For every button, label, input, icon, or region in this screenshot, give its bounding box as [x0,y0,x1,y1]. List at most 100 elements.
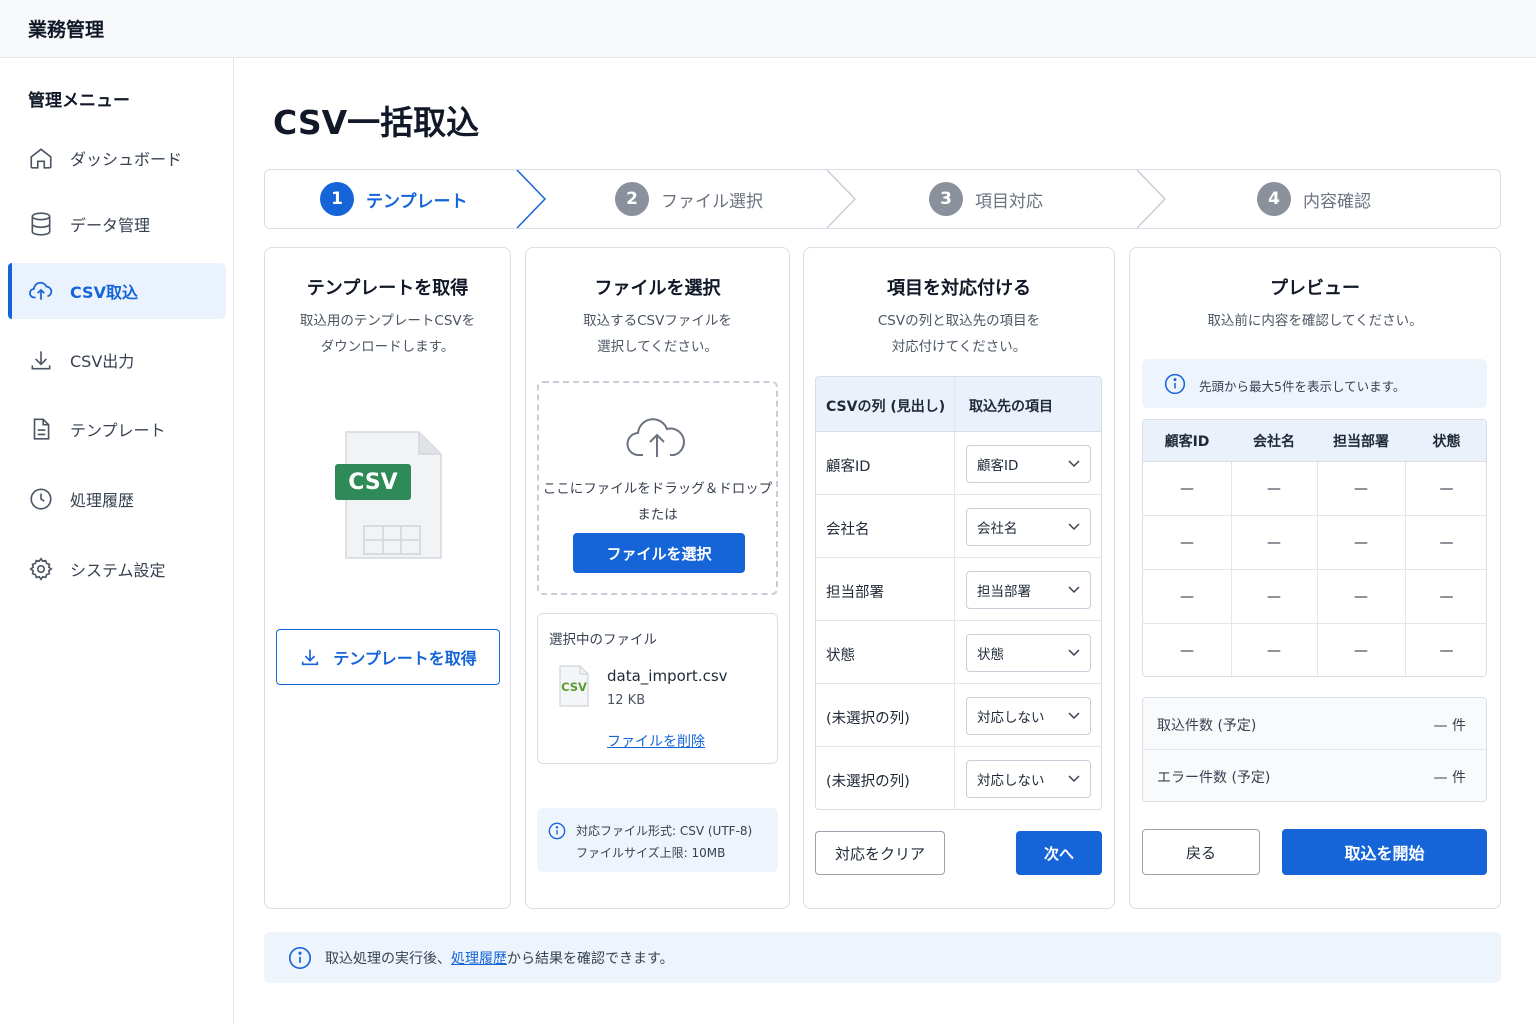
card-title: ファイルを選択 [594,278,721,299]
footer-text-after: から結果を確認できます。 [507,950,674,967]
column-header-target: 取込先の項目 [969,399,1053,415]
step-separator [516,170,547,228]
info-format-text: 対応ファイル形式: CSV (UTF-8) [576,824,753,838]
select-value: 状態 [977,647,1004,663]
selected-file-label: 選択中のファイル [549,632,657,648]
table-header: 顧客ID 会社名 担当部署 状態 [1143,420,1486,462]
target-field-select[interactable]: 対応しない [966,697,1091,735]
template-card: テンプレートを取得 取込用のテンプレートCSVを ダウンロードします。 CSV … [264,247,511,909]
sidebar-item-csv-export[interactable]: CSV出力 [8,332,226,388]
file-size: 12 KB [607,693,646,708]
step-number: 2 [615,182,649,216]
card-title: テンプレートを取得 [306,278,469,299]
step-label: 項目対応 [975,191,1043,212]
select-file-button[interactable]: ファイルを選択 [573,533,745,573]
sidebar-item-label: システム設定 [70,561,166,580]
table-cell: — [1354,589,1368,605]
card-description: CSVの列と取込先の項目を 対応付けてください。 [804,308,1114,360]
file-dropzone[interactable]: ここにファイルをドラッグ＆ドロップ または ファイルを選択 [537,381,778,595]
file-select-card: ファイルを選択 取込するCSVファイルを 選択してください。 ここにファイルをド… [525,247,790,909]
target-field-select[interactable]: 顧客ID [966,445,1091,483]
top-bar: 業務管理 [0,0,1536,58]
sidebar-item-label: CSV取込 [70,283,138,302]
description-line: 取込するCSVファイルを [583,313,732,329]
database-icon [31,212,51,236]
step-template[interactable]: 1 テンプレート [320,170,468,228]
back-button[interactable]: 戻る [1142,829,1260,875]
import-count-label: 取込件数 (予定) [1157,718,1257,734]
sidebar-item-settings[interactable]: システム設定 [8,541,226,597]
clock-icon [30,488,52,510]
file-format-info: 対応ファイル形式: CSV (UTF-8) ファイルサイズ上限: 10MB [537,808,778,872]
step-file-select[interactable]: 2 ファイル選択 [615,170,763,228]
history-link[interactable]: 処理履歴 [451,948,507,968]
sidebar-item-data[interactable]: データ管理 [8,196,226,252]
gear-icon [29,557,53,581]
select-value: 会社名 [977,521,1018,537]
table-cell: — [1267,481,1281,497]
card-description: 取込するCSVファイルを 選択してください。 [526,308,789,360]
download-template-button[interactable]: テンプレートを取得 [276,629,500,685]
select-value: 担当部署 [977,584,1031,600]
cloud-upload-icon [626,418,685,457]
clear-mapping-button[interactable]: 対応をクリア [815,831,945,875]
step-confirm[interactable]: 4 内容確認 [1257,170,1371,228]
sidebar-item-label: データ管理 [70,216,151,235]
sidebar-item-dashboard[interactable]: ダッシュボード [8,130,226,186]
target-field-select[interactable]: 担当部署 [966,571,1091,609]
target-field-select[interactable]: 会社名 [966,508,1091,546]
chevron-down-icon [1068,460,1080,468]
selected-file-panel: 選択中のファイル CSV data_import.csv 12 KB ファイルを… [537,613,778,764]
description-line: ダウンロードします。 [320,339,455,355]
csv-column-name: 状態 [826,648,855,664]
chevron-down-icon [1068,712,1080,720]
csv-badge-label: CSV [348,469,398,495]
download-icon [302,649,319,666]
chevron-down-icon [1068,523,1080,531]
footer-text-before: 取込処理の実行後、 [325,950,451,967]
step-field-mapping[interactable]: 3 項目対応 [929,170,1043,228]
step-label: テンプレート [366,191,468,212]
description-line: 選択してください。 [597,339,718,355]
target-field-select[interactable]: 対応しない [966,760,1091,798]
table-row: — — — — [1143,462,1486,516]
button-label: テンプレートを取得 [333,649,477,668]
start-import-button[interactable]: 取込を開始 [1282,829,1487,875]
error-count-label: エラー件数 (予定) [1157,770,1271,786]
preview-table: 顧客ID 会社名 担当部署 状態 — — — — — — — — — — — —… [1142,419,1487,677]
sidebar-item-template[interactable]: テンプレート [8,401,226,457]
cloud-upload-icon [29,281,53,300]
delete-file-link[interactable]: ファイルを削除 [607,731,705,751]
select-value: 対応しない [977,773,1045,789]
import-summary: 取込件数 (予定) — 件 エラー件数 (予定) — 件 [1142,697,1487,802]
info-icon [1164,373,1186,395]
import-count-value: — 件 [1433,718,1466,734]
error-count-value: — 件 [1433,770,1466,786]
table-row: 状態 状態 [816,621,1101,684]
table-cell: — [1180,589,1194,605]
step-separator [1136,170,1167,228]
csv-column-name: 会社名 [826,522,870,538]
target-field-select[interactable]: 状態 [966,634,1091,672]
sidebar-item-history[interactable]: 処理履歴 [8,471,226,527]
description-line: 取込前に内容を確認してください。 [1207,313,1423,329]
step-number: 4 [1257,182,1291,216]
table-row: (未選択の列) 対応しない [816,747,1101,809]
csv-column-name: 担当部署 [826,585,884,601]
table-row: (未選択の列) 対応しない [816,684,1101,747]
chevron-down-icon [1068,649,1080,657]
table-row: 担当部署 担当部署 [816,558,1101,621]
description-line: 取込用のテンプレートCSVを [299,313,476,329]
chevron-down-icon [1068,586,1080,594]
sidebar-item-label: CSV出力 [70,352,135,371]
csv-column-name: 顧客ID [826,459,871,475]
next-button[interactable]: 次へ [1016,831,1102,875]
file-name: data_import.csv [607,667,728,685]
footer-info-bar: 取込処理の実行後、 処理履歴 から結果を確認できます。 [264,932,1501,983]
table-cell: — [1354,535,1368,551]
sidebar-item-csv-import[interactable]: CSV取込 [8,263,226,319]
summary-row: 取込件数 (予定) — 件 [1143,698,1486,750]
table-cell: — [1354,643,1368,659]
document-icon [33,418,50,440]
summary-row: エラー件数 (予定) — 件 [1143,750,1486,802]
